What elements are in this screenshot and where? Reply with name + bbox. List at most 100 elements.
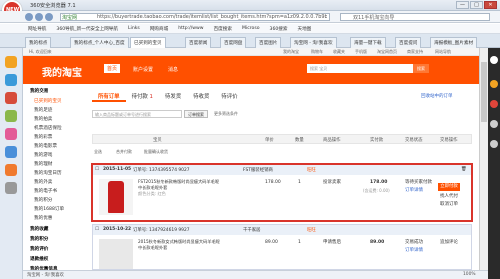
browser-tab[interactable]: 海报模板_图片素材 <box>430 37 478 48</box>
browser-tab[interactable]: 百度图片 <box>255 37 282 48</box>
tab-all-orders[interactable]: 所有订单 <box>92 92 126 102</box>
sidebar-heading[interactable]: 我的积分 <box>30 236 48 242</box>
cart-icon[interactable] <box>490 100 498 108</box>
chat-badge[interactable]: 旺旺 <box>307 227 316 233</box>
browser-tab-active[interactable]: 已买到的宝贝 <box>130 37 166 48</box>
browser-tab[interactable]: 百度提问 <box>395 37 422 48</box>
fav-item[interactable]: 网购商城 <box>150 26 168 32</box>
browser-tab[interactable]: 淘宝网 - 淘!我喜欢 <box>290 37 337 48</box>
browser-tab[interactable]: 百度新闻 <box>185 37 212 48</box>
order-search-input[interactable]: 输入商品标题或订单号进行搜索 <box>92 110 182 118</box>
maximize-button[interactable]: □ <box>470 1 483 9</box>
topnav-link[interactable]: 网站导航 <box>435 49 451 55</box>
topnav-link[interactable]: 收藏夹 <box>333 49 345 55</box>
product-image[interactable] <box>99 179 133 215</box>
sidebar-item[interactable]: 我的电影票 <box>34 143 57 149</box>
sidebar-item[interactable]: 我的拍卖 <box>34 116 52 122</box>
star-icon[interactable] <box>5 56 17 68</box>
browser-search-input[interactable]: 双11手机淘宝向导 <box>340 13 490 21</box>
sidebar-item[interactable]: 我的电子书 <box>34 188 57 194</box>
chat-badge[interactable]: 旺旺 <box>307 167 316 173</box>
topnav-link[interactable]: 商家支持 <box>407 49 423 55</box>
sidebar-item[interactable]: 我的外卖 <box>34 179 52 185</box>
pay-now-button[interactable]: 立即付款 <box>438 183 460 191</box>
tab-pending-ship[interactable]: 待发货 <box>159 92 187 102</box>
proxy-pay-link[interactable]: 找人代付 <box>440 193 458 200</box>
topnav-link[interactable]: 手机版 <box>355 49 367 55</box>
product-image[interactable] <box>99 239 133 269</box>
fav-item[interactable]: 天地图 <box>298 26 312 32</box>
sidebar-item[interactable]: 我的积分 <box>34 197 52 203</box>
browser-tab[interactable]: 我的标点_个人中心_百度 <box>70 37 129 48</box>
topnav-link[interactable]: 我的淘宝 <box>283 49 299 55</box>
game-icon[interactable] <box>5 128 17 140</box>
fav-item[interactable]: http://www <box>178 26 203 31</box>
browser-tab[interactable]: 海量一键下载 <box>350 37 386 48</box>
order-checkbox[interactable]: ☐ <box>95 167 99 172</box>
url-input[interactable]: 淘宝网 https://buyertrade.taobao.com/trade/… <box>60 13 330 21</box>
header-nav-account[interactable]: 账户设置 <box>133 66 153 73</box>
sidebar-item[interactable]: 我的游戏 <box>34 152 52 158</box>
download-icon[interactable] <box>5 110 17 122</box>
sidebar-item[interactable]: 机票酒店保险 <box>34 125 62 131</box>
fav-item[interactable]: 360导航_新一代安全上网导航 <box>56 26 118 32</box>
close-button[interactable]: ✕ <box>484 1 497 9</box>
scroll-thumb[interactable] <box>481 62 487 122</box>
merge-pay-button[interactable]: 合并付款 <box>116 149 132 155</box>
fav-item[interactable]: 网址导航 <box>28 26 46 32</box>
shop-name[interactable]: 千千家居 <box>243 227 261 233</box>
heart-icon[interactable] <box>490 120 498 128</box>
weibo-icon[interactable] <box>5 74 17 86</box>
sidebar-heading[interactable]: 我的交易 <box>30 88 48 94</box>
product-title[interactable]: FST2015秋冬新款韩版时尚显瘦大码羊毛呢中长款毛呢外套 颜色分类: 红色 <box>138 179 223 197</box>
topnav-link[interactable]: 购物车 <box>311 49 323 55</box>
product-title[interactable]: 2015秋冬新款女式韩版时尚显瘦大码羊毛呢中长款毛呢外套 <box>138 239 223 251</box>
cancel-order-link[interactable]: 取消订单 <box>440 201 458 208</box>
batch-confirm-button[interactable]: 批量确认收货 <box>144 149 168 155</box>
fav-item[interactable]: 百度搜索 <box>214 26 232 32</box>
order-search-button[interactable]: 订单搜索 <box>184 110 208 118</box>
header-search-input[interactable]: 搜索 宝贝 <box>307 64 413 73</box>
after-sale-link[interactable]: 申请售后 <box>323 239 341 246</box>
tab-pending-review[interactable]: 待评价 <box>215 92 243 102</box>
tab-pending-payment[interactable]: 待付款 1 <box>126 92 159 102</box>
location-icon[interactable] <box>490 80 498 88</box>
clock-icon[interactable] <box>490 140 498 148</box>
sidebar-item[interactable]: 我的淘宝日历 <box>34 170 62 176</box>
shop-icon[interactable] <box>5 164 17 176</box>
order-detail-link[interactable]: 订单详情 <box>405 187 423 194</box>
sidebar-item[interactable]: 我的理财 <box>34 161 52 167</box>
mail-icon[interactable] <box>5 92 17 104</box>
video-icon[interactable] <box>5 146 17 158</box>
topnav-link[interactable]: 淘宝网首页 <box>377 49 397 55</box>
zoom-level[interactable]: 100% <box>463 272 476 277</box>
more-filters-link[interactable]: 更多筛选条件 <box>214 111 238 117</box>
header-search-button[interactable]: 搜索 <box>413 64 429 73</box>
user-icon[interactable] <box>490 56 498 64</box>
header-nav-home[interactable]: 首页 <box>104 64 121 73</box>
sidebar-item[interactable]: 我的足迹 <box>34 107 52 113</box>
sidebar-heading[interactable]: 我的评价 <box>30 246 48 252</box>
back-icon[interactable] <box>25 13 33 21</box>
forward-icon[interactable] <box>35 13 43 21</box>
header-nav-messages[interactable]: 消息 <box>168 66 178 73</box>
minimize-button[interactable]: — <box>456 1 469 9</box>
sidebar-item[interactable]: 我的彩票 <box>34 134 52 140</box>
recycle-bin-link[interactable]: 回收站中的订单 <box>421 93 453 99</box>
refresh-icon[interactable] <box>45 13 53 21</box>
sidebar-item[interactable]: 我的1688订单 <box>34 206 64 212</box>
more-icon[interactable] <box>5 182 17 194</box>
browser-tab[interactable]: 百度网盘 <box>220 37 247 48</box>
brand-title[interactable]: 我的淘宝 <box>42 64 82 79</box>
sidebar-heading[interactable]: 退款维权 <box>30 256 48 262</box>
sidebar-heading[interactable]: 我的收藏 <box>30 226 48 232</box>
sidebar-item-bought[interactable]: 已买到的宝贝 <box>34 98 62 104</box>
sidebar-item[interactable]: 我的优惠 <box>34 215 52 221</box>
fav-item[interactable]: Links <box>128 26 140 31</box>
fav-item[interactable]: Microso <box>242 26 260 31</box>
complain-link[interactable]: 投诉卖家 <box>323 179 341 186</box>
shop-name[interactable]: FST服装经销商 <box>243 167 273 173</box>
order-detail-link[interactable]: 订单详情 <box>405 247 423 254</box>
add-review-link[interactable]: 追加评论 <box>440 239 458 246</box>
browser-tab[interactable]: 我的标点 <box>25 37 52 48</box>
